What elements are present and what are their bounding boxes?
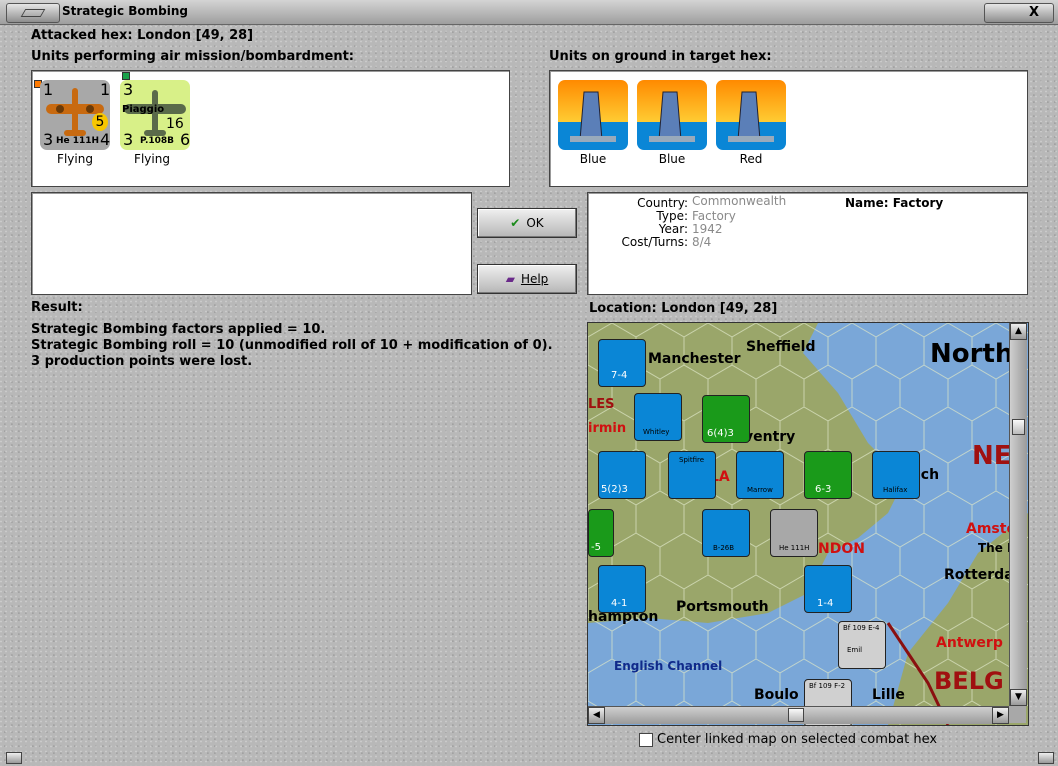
air-units-panel: 1 1 3 4 5 He 111H Flying 3 Piaggio 16 3 … (31, 70, 510, 187)
target-name: Factory (892, 196, 944, 210)
map-city-rotterdam: Rotterda (944, 567, 1014, 583)
map-city-london: NDON (818, 541, 865, 557)
help-button[interactable]: ▰ Help (477, 264, 577, 294)
resize-grip-icon[interactable] (6, 752, 22, 764)
unit-status-label: Flying (134, 152, 170, 166)
window-menu-button[interactable] (6, 3, 60, 23)
map-counter-partial[interactable]: -5 (588, 509, 614, 557)
location-label: Location: London [49, 28] (589, 301, 778, 316)
map-counter-army[interactable]: 4-1 (598, 565, 646, 613)
center-map-checkbox-label: Center linked map on selected combat hex (657, 732, 938, 747)
scroll-corner (1009, 706, 1026, 723)
map-counter-army[interactable]: 5(2)3 (598, 451, 646, 499)
ground-units-panel: Blue Blue Red (549, 70, 1028, 187)
map-city-coventry: ventry (744, 429, 796, 445)
map-counter-corps[interactable]: 6-3 (804, 451, 852, 499)
map-counter-marrow[interactable]: Marrow (736, 451, 784, 499)
center-map-checkbox[interactable] (639, 733, 653, 747)
details-panel (31, 192, 472, 295)
air-unit-he111h[interactable]: 1 1 3 4 5 He 111H (40, 80, 110, 150)
close-icon: X (1028, 5, 1039, 20)
factory-icon (649, 91, 695, 142)
status-bar (0, 750, 1058, 766)
resize-grip-icon[interactable] (1038, 752, 1054, 764)
map-city-manchester: Manchester (648, 351, 741, 367)
map-city-boulogne: Boulo (754, 687, 799, 703)
help-book-icon: ▰ (505, 272, 515, 286)
map-counter-he111h[interactable]: He 111H (770, 509, 818, 557)
combat-map[interactable]: Manchester Sheffield North ventry ich NE… (587, 322, 1029, 726)
map-counter-halifax[interactable]: Halifax (872, 451, 920, 499)
map-sea-english-channel: English Channel (614, 659, 723, 673)
attacked-hex-label: Attacked hex: London [49, 28] (31, 28, 254, 43)
map-horizontal-scrollbar[interactable]: ◀ ▶ (588, 706, 1009, 724)
result-label: Result: (31, 300, 83, 315)
ground-units-label: Units on ground in target hex: (549, 49, 772, 64)
map-counter-b26b[interactable]: B-26B (702, 509, 750, 557)
result-line: Strategic Bombing factors applied = 10. (31, 322, 326, 337)
map-counter-hq[interactable]: 6(4)3 (702, 395, 750, 443)
factory-icon (728, 91, 774, 142)
factory-unit-3[interactable] (716, 80, 786, 150)
window-title: Strategic Bombing (62, 4, 188, 18)
horizontal-scroll-thumb[interactable] (788, 708, 804, 722)
map-counter-spitfire[interactable]: Spitfire (668, 451, 716, 499)
ok-button[interactable]: ✔ OK (477, 208, 577, 238)
unit-status-dot (122, 72, 130, 80)
map-country-wales: LES (588, 397, 615, 412)
scroll-right-icon[interactable]: ▶ (992, 707, 1009, 724)
air-unit-p108b[interactable]: 3 Piaggio 16 3 6 P.108B (120, 80, 190, 150)
factory-icon (570, 91, 616, 142)
map-counter-bf109e[interactable]: Bf 109 E-4 Emil (838, 621, 886, 669)
close-button[interactable]: X (984, 3, 1054, 23)
scroll-left-icon[interactable]: ◀ (588, 707, 605, 724)
map-counter-army[interactable]: 1-4 (804, 565, 852, 613)
air-units-label: Units performing air mission/bombardment… (31, 49, 355, 64)
scroll-down-icon[interactable]: ▼ (1010, 689, 1027, 706)
target-info-panel: Country: Commonwealth Type: Factory Year… (587, 192, 1028, 295)
map-city-antwerp: Antwerp (936, 635, 1003, 651)
check-icon: ✔ (510, 216, 521, 230)
map-city-birmingham: irmin (588, 421, 627, 436)
result-line: Strategic Bombing roll = 10 (unmodified … (31, 338, 553, 353)
map-country-belgium: BELG (934, 667, 1004, 695)
map-counter-whitley[interactable]: Whitley (634, 393, 682, 441)
map-city-sheffield: Sheffield (746, 339, 816, 355)
vertical-scroll-thumb[interactable] (1012, 419, 1025, 435)
factory-unit-2[interactable] (637, 80, 707, 150)
map-vertical-scrollbar[interactable]: ▲ ▼ (1009, 323, 1027, 706)
map-country-ne: NE (972, 441, 1012, 471)
unit-status-label: Flying (57, 152, 93, 166)
map-sea-north: North (930, 339, 1014, 369)
mission-badge: 5 (92, 113, 108, 131)
result-line: 3 production points were lost. (31, 354, 253, 369)
map-counter-army[interactable]: 7-4 (598, 339, 646, 387)
grip-icon (20, 9, 46, 17)
map-city-portsmouth: Portsmouth (676, 599, 769, 615)
map-city-the-hague: The I (978, 541, 1012, 555)
map-city-lille: Lille (872, 687, 905, 703)
factory-unit-1[interactable] (558, 80, 628, 150)
scroll-up-icon[interactable]: ▲ (1010, 323, 1027, 340)
